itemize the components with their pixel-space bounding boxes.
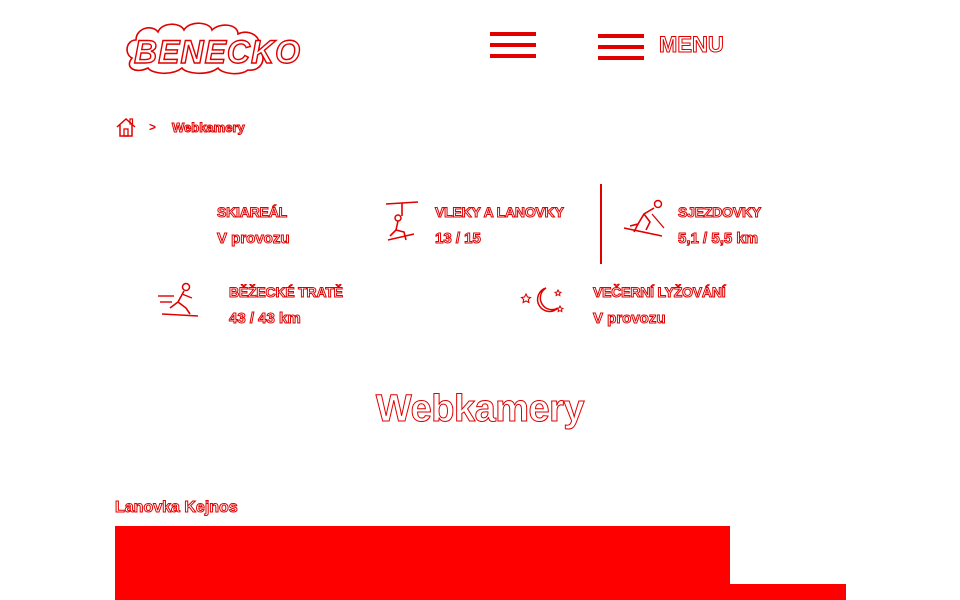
moon-stars-icon <box>520 287 564 313</box>
stat-vecerni-lyzovani[interactable]: VEČERNÍ LYŽOVÁNÍ V provozu <box>592 284 726 328</box>
stats-divider <box>600 184 602 264</box>
webcam-title: Lanovka Kejnos <box>115 499 239 517</box>
stat-sjezdovky[interactable]: SJEZDOVKY 5,1 / 5,5 km <box>678 204 762 248</box>
stat-bezecke-trate[interactable]: BĚŽECKÉ TRATĚ 43 / 43 km <box>229 284 344 328</box>
webcam-image[interactable] <box>115 526 730 584</box>
ski-lift-icon <box>385 201 419 241</box>
menu-button[interactable]: MENU <box>598 32 738 62</box>
stat-title: BĚŽECKÉ TRATĚ <box>229 284 344 301</box>
stat-value: V provozu <box>217 230 291 248</box>
stat-title: VEČERNÍ LYŽOVÁNÍ <box>592 284 726 301</box>
webcam-bar <box>115 584 846 600</box>
breadcrumb-separator: > <box>149 120 157 134</box>
breadcrumb-current: Webkamery <box>172 120 246 136</box>
stat-value: 43 / 43 km <box>229 310 302 328</box>
downhill-skier-icon <box>623 199 665 237</box>
stat-value: V provozu <box>592 310 666 328</box>
stat-vleky[interactable]: VLEKY A LANOVKY 13 / 15 <box>435 204 565 248</box>
stat-value: 5,1 / 5,5 km <box>678 230 759 248</box>
menu-icon <box>598 34 644 60</box>
hamburger-icon[interactable] <box>490 32 536 58</box>
logo-text: BENECKO <box>133 33 302 70</box>
stat-title: SJEZDOVKY <box>678 204 762 221</box>
cross-country-skier-icon <box>158 282 199 317</box>
stat-value: 13 / 15 <box>435 230 482 248</box>
stat-title: SKIAREÁL <box>217 204 288 221</box>
site-header: BENECKO MENU <box>0 0 960 96</box>
page-title: Webkamery <box>375 388 585 431</box>
stat-title: VLEKY A LANOVKY <box>435 204 565 221</box>
stat-skiareal[interactable]: SKIAREÁL V provozu <box>217 204 291 248</box>
menu-label: MENU <box>659 32 725 58</box>
home-icon[interactable] <box>115 116 137 138</box>
